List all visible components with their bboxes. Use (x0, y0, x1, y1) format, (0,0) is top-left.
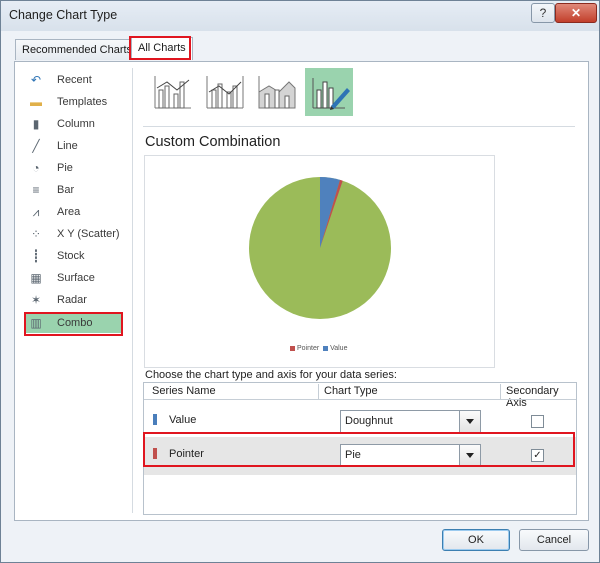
sidebar-item-label: Pie (57, 162, 73, 174)
sidebar-item-stock[interactable]: ┋ Stock (25, 246, 135, 266)
sidebar-item-radar[interactable]: ✶ Radar (25, 290, 135, 310)
custom-combination-icon (312, 78, 350, 110)
column-line-secondary-icon (206, 76, 244, 109)
area-chart-icon: ⩘ (32, 205, 40, 219)
sidebar-item-label: X Y (Scatter) (57, 228, 120, 240)
ok-button[interactable]: OK (442, 529, 510, 551)
series-table: Series Name Chart Type Secondary Axis Va… (143, 382, 577, 515)
chart-type-dropdown-pointer[interactable]: Pie (340, 444, 481, 467)
chevron-down-icon[interactable] (459, 411, 480, 432)
bar-chart-icon: ≡ (32, 183, 40, 197)
subtype-stacked-area-column[interactable] (253, 68, 301, 116)
legend-swatch-value (323, 345, 329, 351)
choose-series-label: Choose the chart type and axis for your … (145, 369, 397, 381)
cancel-button[interactable]: Cancel (519, 529, 589, 551)
column-divider (318, 384, 319, 399)
close-button[interactable]: ✕ (555, 3, 597, 23)
sidebar-item-label: Stock (57, 250, 85, 262)
tab-recommended-charts[interactable]: Recommended Charts (15, 39, 135, 60)
stock-chart-icon: ┋ (32, 249, 40, 263)
section-heading: Custom Combination (145, 134, 281, 150)
sidebar-item-surface[interactable]: ▦ Surface (25, 268, 135, 288)
sidebar-item-label: Combo (57, 317, 93, 329)
chart-type-value: Pie (345, 449, 361, 461)
sidebar-item-label: Templates (57, 96, 108, 108)
combo-chart-icon: ▥ (30, 316, 42, 330)
stacked-area-column-icon (258, 76, 296, 109)
sidebar-item-label: Surface (57, 272, 95, 284)
series-color-swatch (153, 414, 157, 425)
subtype-clustered-column-line[interactable] (149, 68, 197, 116)
legend-swatch-pointer (290, 345, 295, 351)
sidebar-item-label: Bar (57, 184, 75, 196)
sidebar-item-label: Recent (57, 74, 92, 86)
line-chart-icon: ╱ (32, 139, 40, 153)
chevron-down-icon[interactable] (459, 445, 480, 466)
sidebar-item-combo[interactable]: ▥ Combo (25, 313, 121, 333)
sidebar-item-label: Radar (57, 294, 87, 306)
chart-preview: Pointer Value (144, 155, 495, 368)
header-divider (144, 399, 576, 400)
legend-value-label: Value (330, 345, 348, 352)
series-name: Value (169, 414, 197, 426)
sidebar-item-recent[interactable]: ↶ Recent (25, 70, 135, 90)
chart-type-value: Doughnut (345, 415, 393, 427)
help-button[interactable]: ? (531, 3, 555, 23)
title-bar: Change Chart Type ? ✕ (1, 1, 599, 31)
legend-pointer-label: Pointer (297, 345, 320, 352)
surface-chart-icon: ▦ (30, 271, 42, 285)
change-chart-type-dialog: Change Chart Type ? ✕ Recommended Charts… (0, 0, 600, 563)
radar-chart-icon: ✶ (30, 293, 42, 307)
sidebar-item-label: Area (57, 206, 81, 218)
pie-preview (249, 177, 391, 319)
scatter-chart-icon: ⁘ (30, 227, 42, 241)
series-row-pointer[interactable]: Pointer Pie ✓ (144, 437, 576, 475)
sidebar-item-line[interactable]: ╱ Line (25, 136, 135, 156)
clustered-column-line-icon (154, 76, 191, 109)
series-name: Pointer (169, 448, 204, 460)
sidebar-item-column[interactable]: ▮ Column (25, 114, 135, 134)
subtype-divider (143, 126, 575, 127)
sidebar-divider (132, 68, 133, 513)
sidebar-item-label: Column (57, 118, 95, 130)
chart-legend: Pointer Value (290, 345, 347, 352)
sidebar-item-label: Line (57, 140, 78, 152)
series-row-value[interactable]: Value Doughnut (144, 403, 576, 441)
chart-type-dropdown-value[interactable]: Doughnut (340, 410, 481, 433)
subtype-custom-combination[interactable] (305, 68, 353, 116)
subtype-column-line-secondary-axis[interactable] (201, 68, 249, 116)
sidebar-item-pie[interactable]: ◔ Pie (25, 158, 135, 178)
column-divider (500, 384, 501, 399)
secondary-axis-checkbox[interactable] (531, 415, 544, 428)
series-color-swatch (153, 448, 157, 459)
recent-icon: ↶ (30, 73, 42, 87)
sidebar-item-templates[interactable]: ▬ Templates (25, 92, 135, 112)
pie-chart-icon: ◔ (32, 161, 40, 175)
sidebar-item-scatter[interactable]: ⁘ X Y (Scatter) (25, 224, 135, 244)
all-charts-panel: ↶ Recent ▬ Templates ▮ Column ╱ Line ◔ Pie ≡ B… (14, 61, 589, 521)
tab-all-charts[interactable]: All Charts (131, 37, 193, 60)
sidebar-item-area[interactable]: ⩘ Area (25, 202, 135, 222)
column-chart-icon: ▮ (32, 117, 40, 131)
sidebar-item-bar[interactable]: ≡ Bar (25, 180, 135, 200)
secondary-axis-checkbox[interactable]: ✓ (531, 449, 544, 462)
dialog-title: Change Chart Type (9, 8, 118, 22)
column-header-chart-type: Chart Type (324, 385, 378, 397)
column-header-series-name: Series Name (152, 385, 216, 397)
folder-icon: ▬ (30, 95, 42, 109)
